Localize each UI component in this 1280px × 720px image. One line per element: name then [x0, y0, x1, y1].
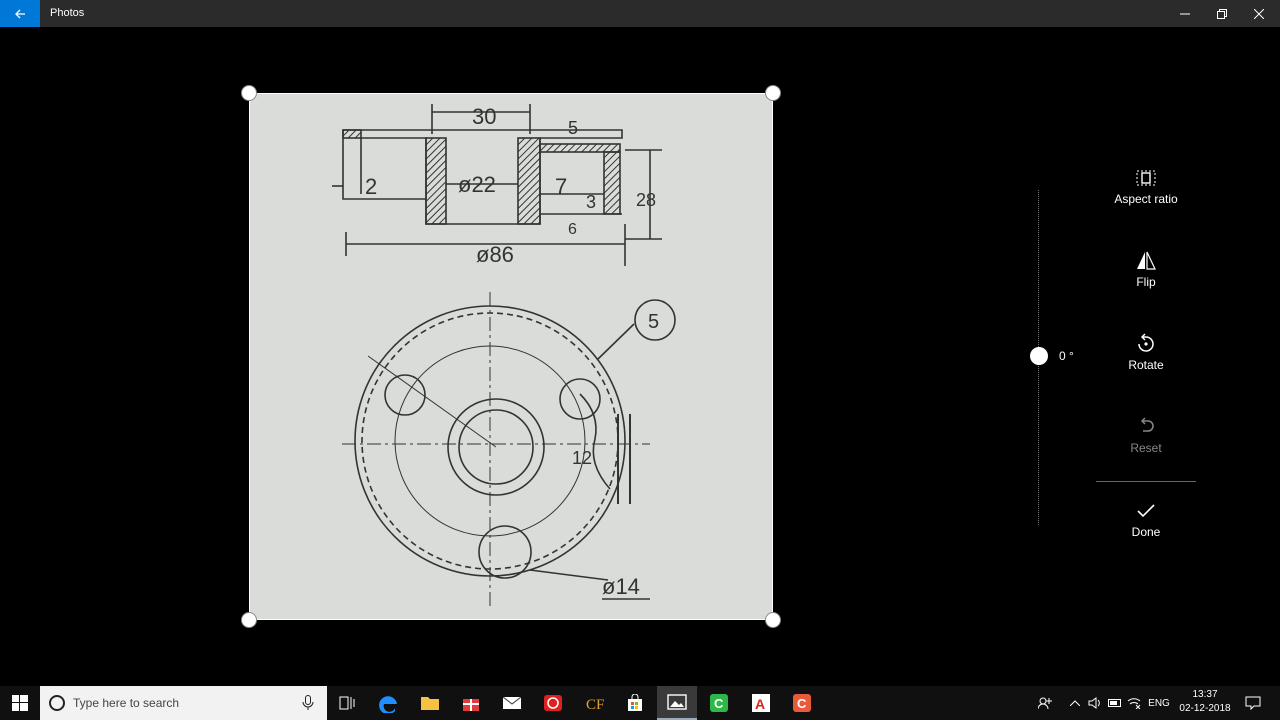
svg-text:A: A — [755, 696, 765, 712]
dim-2-label: 2 — [365, 174, 377, 199]
dim-28-label: 28 — [636, 190, 656, 210]
dim-7-label: 7 — [555, 174, 567, 199]
store-button[interactable] — [615, 686, 655, 720]
dim-6-label: 6 — [568, 221, 577, 238]
edge-browser-button[interactable] — [369, 686, 409, 720]
gift-app-button[interactable] — [451, 686, 491, 720]
mail-button[interactable] — [492, 686, 532, 720]
crop-handle-top-left[interactable] — [241, 85, 257, 101]
flip-label: Flip — [1136, 275, 1156, 289]
opera-icon — [544, 695, 562, 711]
reset-button[interactable]: Reset — [1096, 415, 1196, 455]
done-button[interactable]: Done — [1096, 499, 1196, 539]
search-placeholder: Type here to search — [73, 696, 180, 710]
dim-12-label: 12 — [572, 448, 592, 468]
battery-icon — [1108, 699, 1121, 707]
straighten-value: 0 ° — [1059, 349, 1074, 363]
clock-date: 02-12-2018 — [1179, 703, 1231, 714]
dim-22-label: ø22 — [458, 172, 496, 197]
clock-time: 13:37 — [1192, 689, 1218, 700]
folder-icon — [421, 697, 439, 710]
notification-icon — [1245, 696, 1261, 710]
camtasia-recorder-icon: C — [793, 694, 811, 712]
opera-app-button[interactable] — [533, 686, 573, 720]
technical-drawing: 30 5 2 ø22 7 3 6 28 ø86 5 12 ø14 — [332, 104, 676, 606]
svg-text:C: C — [797, 696, 807, 711]
input-language-button[interactable]: ENG — [1146, 686, 1172, 720]
photos-icon — [667, 694, 687, 710]
svg-text:C: C — [714, 696, 724, 711]
aspect-ratio-icon — [1136, 170, 1156, 186]
taskbar-clock[interactable]: 13:37 02-12-2018 — [1172, 688, 1238, 716]
cf-app-button[interactable]: CF — [574, 686, 614, 720]
checkmark-icon — [1137, 504, 1155, 518]
people-button[interactable] — [1034, 686, 1056, 720]
store-bag-icon — [628, 694, 642, 711]
file-explorer-button[interactable] — [410, 686, 450, 720]
close-button[interactable] — [1241, 0, 1277, 27]
done-label: Done — [1131, 525, 1161, 539]
aspect-ratio-label: Aspect ratio — [1114, 192, 1178, 206]
crop-handle-bottom-right[interactable] — [765, 612, 781, 628]
chevron-up-icon — [1070, 700, 1080, 706]
acrobat-button[interactable]: A — [741, 686, 781, 720]
flip-icon — [1137, 251, 1156, 270]
battery-button[interactable] — [1106, 686, 1124, 720]
taskbar: Type here to search CF C A C ENG 13:37 0… — [0, 686, 1280, 720]
volume-button[interactable] — [1086, 686, 1104, 720]
acrobat-icon: A — [752, 694, 770, 712]
straighten-slider-knob[interactable] — [1030, 347, 1048, 365]
reset-label: Reset — [1130, 441, 1162, 455]
windows-logo-icon — [12, 695, 28, 711]
speaker-icon — [1088, 697, 1100, 709]
flip-button[interactable]: Flip — [1096, 249, 1196, 289]
maximize-button[interactable] — [1204, 0, 1240, 27]
wifi-off-icon — [1127, 698, 1141, 709]
taskbar-search-box[interactable]: Type here to search — [40, 686, 327, 720]
aspect-ratio-button[interactable]: Aspect ratio — [1096, 166, 1196, 206]
action-center-button[interactable] — [1240, 686, 1266, 720]
photo-canvas[interactable]: 30 5 2 ø22 7 3 6 28 ø86 5 12 ø14 — [249, 93, 773, 620]
title-bar: Photos — [0, 0, 1280, 27]
cf-app-icon: CF — [586, 697, 604, 713]
task-view-button[interactable] — [327, 686, 367, 720]
mail-icon — [502, 696, 522, 709]
svg-text:CF: CF — [586, 697, 604, 713]
camtasia-icon: C — [710, 694, 728, 712]
reset-icon — [1140, 417, 1154, 432]
rotate-button[interactable]: Rotate — [1096, 332, 1196, 372]
balloon-5-label: 5 — [648, 311, 659, 333]
close-icon — [1254, 8, 1264, 19]
camtasia-recorder-button[interactable]: C — [782, 686, 822, 720]
start-button[interactable] — [0, 686, 40, 720]
network-button[interactable] — [1125, 686, 1143, 720]
panel-divider — [1096, 481, 1196, 482]
dim-5-label: 5 — [568, 118, 578, 138]
restore-icon — [1217, 8, 1227, 19]
microphone-icon[interactable] — [302, 695, 314, 711]
dim-14-label: ø14 — [602, 574, 640, 599]
rotate-label: Rotate — [1128, 358, 1164, 372]
minimize-icon — [1180, 13, 1190, 14]
dim-30-label: 30 — [472, 104, 496, 129]
minimize-button[interactable] — [1167, 0, 1203, 27]
dim-86-label: ø86 — [476, 242, 514, 267]
dim-3-label: 3 — [586, 192, 596, 212]
edge-icon — [379, 696, 397, 713]
task-view-icon — [339, 696, 355, 710]
rotate-icon — [1138, 333, 1154, 352]
cortana-icon — [49, 695, 65, 711]
app-title: Photos — [50, 7, 85, 19]
camtasia-button[interactable]: C — [699, 686, 739, 720]
people-icon — [1038, 697, 1052, 710]
gift-icon — [463, 699, 479, 711]
back-arrow-icon — [15, 9, 25, 18]
back-button[interactable] — [0, 0, 40, 27]
photos-app-button[interactable] — [657, 686, 697, 720]
crop-handle-bottom-left[interactable] — [241, 612, 257, 628]
show-hidden-icons-button[interactable] — [1066, 686, 1084, 720]
crop-handle-top-right[interactable] — [765, 85, 781, 101]
